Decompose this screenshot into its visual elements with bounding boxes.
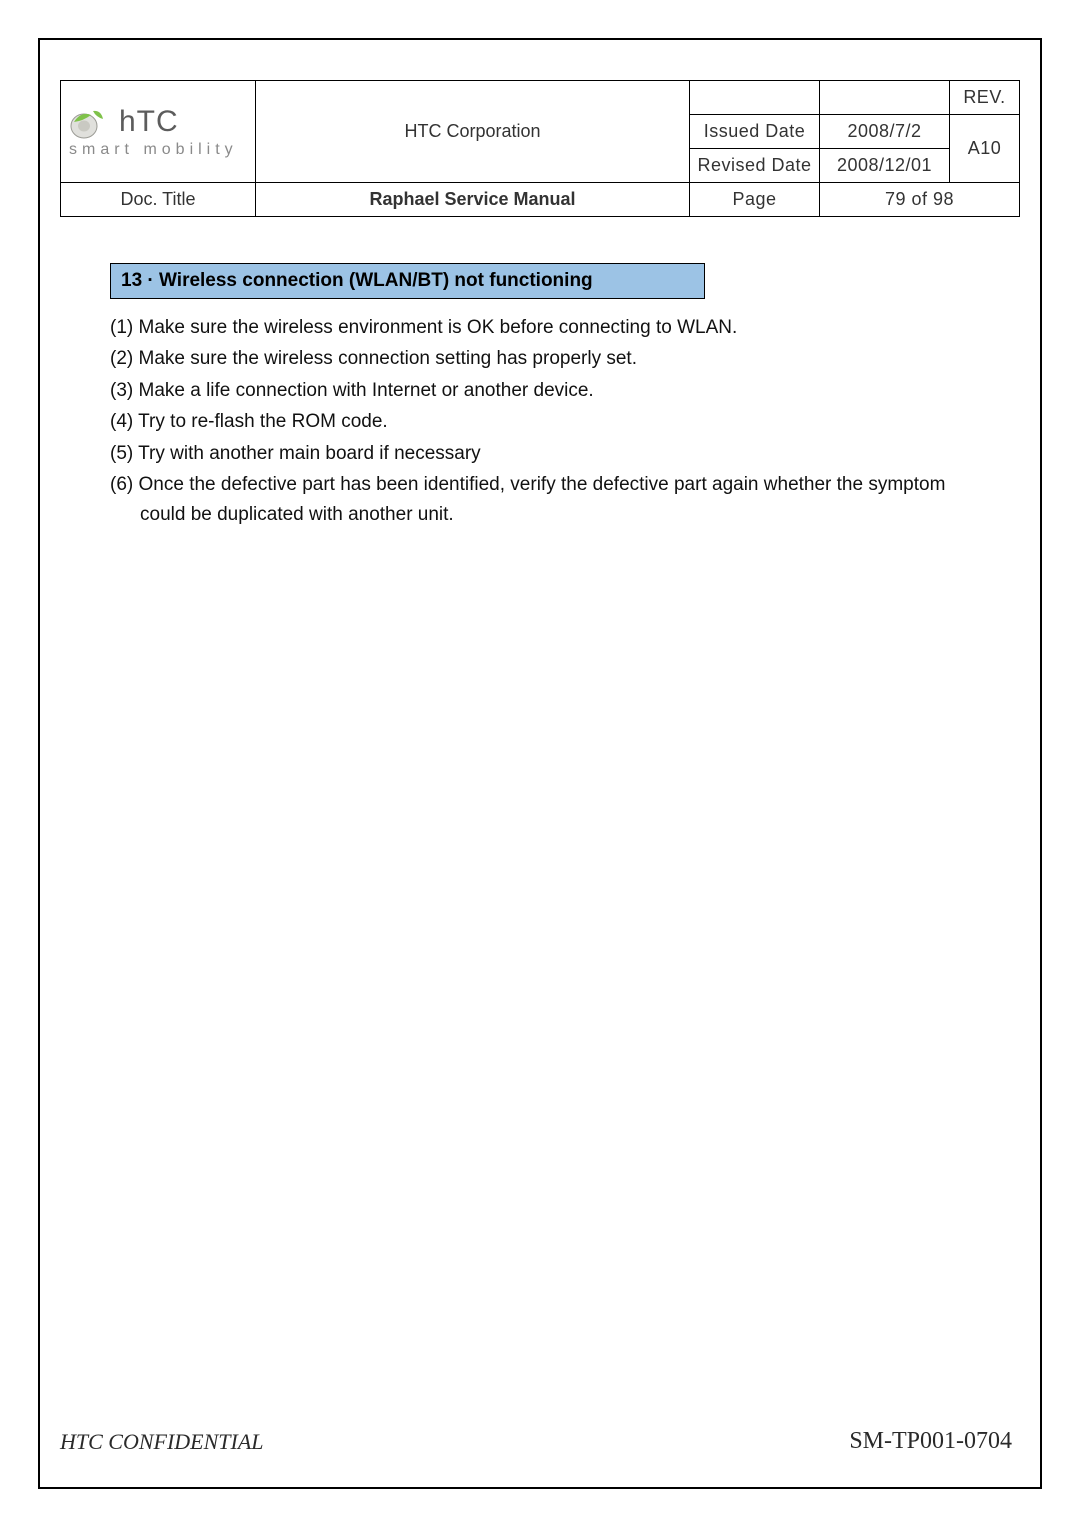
doc-title-value: Raphael Service Manual [256,183,690,217]
section-header: 13 · Wireless connection (WLAN/BT) not f… [110,263,705,299]
logo: hTC smart mobility [69,105,247,159]
list-item: (3) Make a life connection with Internet… [110,376,970,405]
list-item: (2) Make sure the wireless connection se… [110,344,970,373]
page-value: 79 of 98 [820,183,1020,217]
company-name: HTC Corporation [256,81,690,183]
list-item: (5) Try with another main board if neces… [110,439,970,468]
page-frame: hTC smart mobility HTC Corporation REV. … [38,38,1042,1489]
issued-date-value: 2008/7/2 [820,115,950,149]
doc-title-label: Doc. Title [61,183,256,217]
revised-date-label: Revised Date [690,149,820,183]
list-item: (6) Once the defective part has been ide… [110,470,970,529]
steps-list: (1) Make sure the wireless environment i… [110,299,970,529]
list-item: (4) Try to re-flash the ROM code. [110,407,970,436]
page: hTC smart mobility HTC Corporation REV. … [0,0,1080,1527]
header-table: hTC smart mobility HTC Corporation REV. … [60,80,1020,217]
blank-cell [690,81,820,115]
blank-cell [820,81,950,115]
logo-text: hTC [119,105,179,139]
content-area: 13 · Wireless connection (WLAN/BT) not f… [60,217,1020,529]
logo-cell: hTC smart mobility [61,81,256,183]
rev-value: A10 [950,115,1020,183]
issued-date-label: Issued Date [690,115,820,149]
footer-confidential: HTC CONFIDENTIAL [60,1429,264,1455]
list-item: (1) Make sure the wireless environment i… [110,313,970,342]
logo-subtext: smart mobility [69,141,247,159]
page-label: Page [690,183,820,217]
revised-date-value: 2008/12/01 [820,149,950,183]
htc-logo-icon [69,105,113,139]
footer-doc-code: SM-TP001-0704 [849,1428,1012,1455]
rev-label: REV. [950,81,1020,115]
